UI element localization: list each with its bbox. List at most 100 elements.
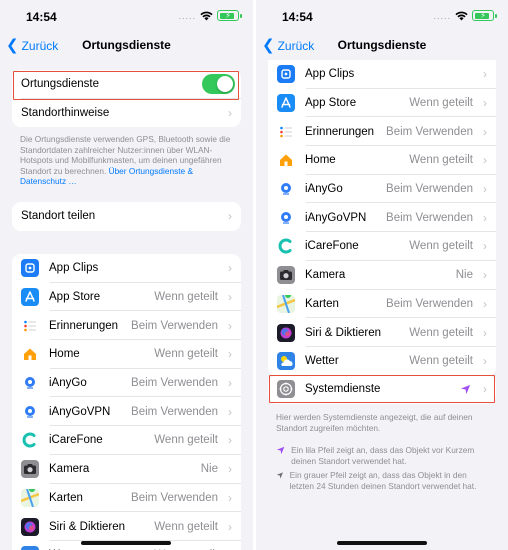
list-item[interactable]: iAnyGo Beim Verwenden › <box>12 369 241 398</box>
chevron-right-icon: › <box>483 210 487 225</box>
permission-value: Wenn geteilt <box>409 97 473 110</box>
permission-value: Beim Verwenden <box>386 297 473 310</box>
list-item[interactable]: Karten Beim Verwenden › <box>268 290 496 319</box>
home-indicator <box>81 541 171 545</box>
permission-value: Wenn geteilt <box>409 154 473 167</box>
permission-value: Wenn geteilt <box>409 240 473 253</box>
app-name: Siri & Diktieren <box>49 520 126 533</box>
permission-value: Beim Verwenden <box>386 211 473 224</box>
icarefone-icon <box>277 237 295 256</box>
app-name: Karten <box>305 297 339 310</box>
app-name: Karten <box>49 491 83 504</box>
navigation-bar: ❮ Zurück Ortungsdienste <box>256 34 508 58</box>
reminders-icon <box>21 316 39 335</box>
chevron-right-icon: › <box>483 124 487 139</box>
location-arrow-gray-icon <box>276 472 283 479</box>
status-bar: 14:54 ..... ⚡ <box>0 0 253 32</box>
app-name: Kamera <box>49 463 90 476</box>
chevron-right-icon: › <box>228 433 232 448</box>
list-item[interactable]: iAnyGoVPN Beim Verwenden › <box>268 203 496 233</box>
list-item[interactable]: Erinnerungen Beim Verwenden › <box>12 311 241 341</box>
maps-icon <box>277 294 295 313</box>
app-name: Siri & Diktieren <box>305 326 382 339</box>
maps-icon <box>21 488 39 507</box>
chevron-right-icon: › <box>228 404 232 419</box>
list-item[interactable]: Karten Beim Verwenden › <box>12 484 241 513</box>
navigation-bar: ❮ Zurück Ortungsdienste <box>0 34 253 58</box>
location-hints-row[interactable]: Standorthinweise › <box>12 99 241 128</box>
ianygovpn-icon <box>277 208 295 227</box>
ianygo-icon <box>277 180 295 199</box>
list-item[interactable]: Siri & Diktieren Wenn geteilt › <box>12 512 241 541</box>
app-name: iAnyGoVPN <box>305 211 367 224</box>
chevron-right-icon: › <box>483 296 487 311</box>
home-icon <box>21 345 39 364</box>
chevron-right-icon: › <box>483 67 487 82</box>
list-item[interactable]: iAnyGoVPN Beim Verwenden › <box>12 397 241 427</box>
chevron-right-icon: › <box>483 382 487 397</box>
wifi-icon <box>200 11 213 20</box>
app-name: Home <box>49 348 80 361</box>
app-name: Wetter <box>305 355 339 368</box>
chevron-right-icon: › <box>483 239 487 254</box>
permission-value: Beim Verwenden <box>131 377 218 390</box>
wifi-icon <box>455 11 468 20</box>
chevron-right-icon: › <box>228 290 232 305</box>
ianygo-icon <box>21 374 39 393</box>
chevron-right-icon: › <box>228 490 232 505</box>
permission-value: Wenn geteilt <box>154 348 218 361</box>
right-screen: 14:54 ..... ⚡ ❮ Zurück Ortungsdienste App… <box>256 0 508 550</box>
share-location-row[interactable]: Standort teilen › <box>12 202 241 231</box>
list-item[interactable]: App Store Wenn geteilt › <box>12 283 241 312</box>
app-name: iAnyGo <box>305 183 343 196</box>
permission-value: Beim Verwenden <box>131 405 218 418</box>
chevron-right-icon: › <box>483 268 487 283</box>
system-services-info: Hier werden Systemdienste angezeigt, die… <box>276 412 473 433</box>
list-item[interactable]: Home Wenn geteilt › <box>268 146 496 175</box>
list-item[interactable]: Kamera Nie › <box>12 455 241 484</box>
home-icon <box>277 151 295 170</box>
battery-icon: ⚡ <box>472 10 497 21</box>
chevron-right-icon: › <box>228 347 232 362</box>
cellular-signal-icon: ..... <box>178 10 196 21</box>
list-item[interactable]: Erinnerungen Beim Verwenden › <box>268 117 496 147</box>
list-item[interactable]: iCareFone Wenn geteilt › <box>12 426 241 455</box>
permission-value: Beim Verwenden <box>386 183 473 196</box>
chevron-right-icon: › <box>483 354 487 369</box>
list-item[interactable]: iAnyGo Beim Verwenden › <box>268 175 496 204</box>
list-item[interactable]: iCareFone Wenn geteilt › <box>268 232 496 261</box>
permission-value: Wenn geteilt <box>409 326 473 339</box>
app-name: iAnyGoVPN <box>49 405 111 418</box>
app-name: Erinnerungen <box>49 319 119 332</box>
location-settings-group: Ortungsdienste Standorthinweise › <box>12 70 241 128</box>
location-services-toggle[interactable] <box>202 74 235 95</box>
app-list: App Clips › App Store Wenn geteilt › Erinneru… <box>268 60 496 376</box>
app-store-icon <box>277 94 295 113</box>
permission-value: Wenn geteilt <box>409 355 473 368</box>
list-item[interactable]: Kamera Nie › <box>268 261 496 290</box>
list-item[interactable]: Wetter Wenn geteilt › <box>268 347 496 376</box>
location-services-row: Ortungsdienste <box>12 70 241 99</box>
app-clips-icon <box>21 259 39 278</box>
chevron-right-icon: › <box>483 182 487 197</box>
system-services-row[interactable]: Systemdienste › <box>268 375 496 404</box>
app-name: App Store <box>305 97 357 110</box>
list-item[interactable]: App Store Wenn geteilt › <box>268 89 496 118</box>
location-arrow-purple-icon <box>460 384 471 394</box>
camera-icon <box>277 266 295 285</box>
weather-icon <box>277 352 295 371</box>
location-arrow-purple-icon <box>276 446 285 455</box>
app-name: App Clips <box>49 262 99 275</box>
page-title: Ortungsdienste <box>82 38 171 52</box>
chevron-right-icon: › <box>228 209 232 224</box>
app-name: Kamera <box>305 269 346 282</box>
app-name: Erinnerungen <box>305 125 375 138</box>
list-item[interactable]: App Clips › <box>268 60 496 89</box>
app-name: iAnyGo <box>49 377 87 390</box>
status-bar: 14:54 ..... ⚡ <box>256 0 508 32</box>
list-item[interactable]: Home Wenn geteilt › <box>12 340 241 369</box>
list-item[interactable]: App Clips › <box>12 254 241 283</box>
status-time: 14:54 <box>26 10 57 24</box>
list-item[interactable]: Siri & Diktieren Wenn geteilt › <box>268 318 496 347</box>
camera-icon <box>21 460 39 479</box>
